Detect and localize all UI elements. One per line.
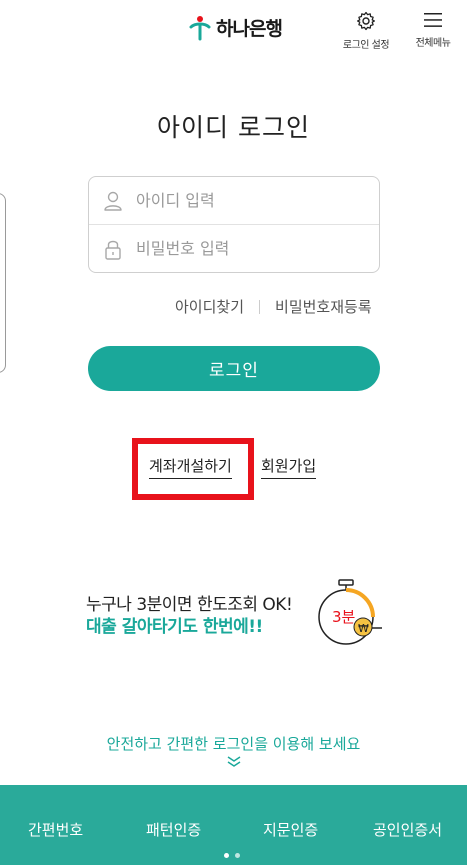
user-icon xyxy=(104,191,122,211)
password-field[interactable] xyxy=(89,225,379,272)
hana-bank-logo: 하나은행 xyxy=(188,14,283,41)
login-form xyxy=(88,176,380,273)
find-id-link[interactable]: 아이디찾기 xyxy=(175,296,244,317)
full-menu-label: 전체메뉴 xyxy=(415,38,451,49)
reset-password-link[interactable]: 비밀번호재등록 xyxy=(275,296,372,317)
tab-certificate[interactable]: 공인인증서 xyxy=(373,819,442,840)
full-menu-button[interactable]: 전체메뉴 xyxy=(410,11,456,49)
double-chevron-down-icon[interactable] xyxy=(226,755,242,769)
sign-up-link[interactable]: 회원가입 xyxy=(261,455,317,479)
tab-simple-pin[interactable]: 간편번호 xyxy=(28,819,83,840)
easy-login-guide[interactable]: 안전하고 간편한 로그인을 이용해 보세요 xyxy=(0,733,467,754)
login-settings-button[interactable]: 로그인 설정 xyxy=(340,11,392,51)
hamburger-menu-icon xyxy=(424,13,442,27)
edge-frame xyxy=(0,193,6,373)
page-dot xyxy=(235,853,240,858)
gear-icon xyxy=(357,11,375,31)
page-title: 아이디 로그인 xyxy=(157,113,310,142)
stopwatch-illustration[interactable]: 3분 ₩ xyxy=(306,578,386,648)
login-settings-label: 로그인 설정 xyxy=(342,40,390,51)
divider xyxy=(259,299,261,314)
page-indicator xyxy=(224,853,240,858)
login-method-bar: 간편번호 패턴인증 지문인증 공인인증서 xyxy=(0,785,467,865)
page-dot-active xyxy=(224,853,229,858)
password-input[interactable] xyxy=(134,238,368,259)
find-links: 아이디찾기 비밀번호재등록 xyxy=(175,296,372,317)
id-field[interactable] xyxy=(89,177,379,225)
lock-icon xyxy=(105,240,121,260)
coin-symbol: ₩ xyxy=(358,622,369,635)
banner-line2[interactable]: 대출 갈아타기도 한번에!! xyxy=(86,612,263,637)
login-button[interactable]: 로그인 xyxy=(88,346,380,391)
open-account-link[interactable]: 계좌개설하기 xyxy=(149,455,232,479)
tab-fingerprint-auth[interactable]: 지문인증 xyxy=(263,819,318,840)
id-input[interactable] xyxy=(134,190,368,211)
brand-name: 하나은행 xyxy=(216,18,283,40)
tab-pattern-auth[interactable]: 패턴인증 xyxy=(146,819,201,840)
stopwatch-badge: 3분 xyxy=(332,608,356,626)
hana-logo-icon xyxy=(189,15,211,40)
